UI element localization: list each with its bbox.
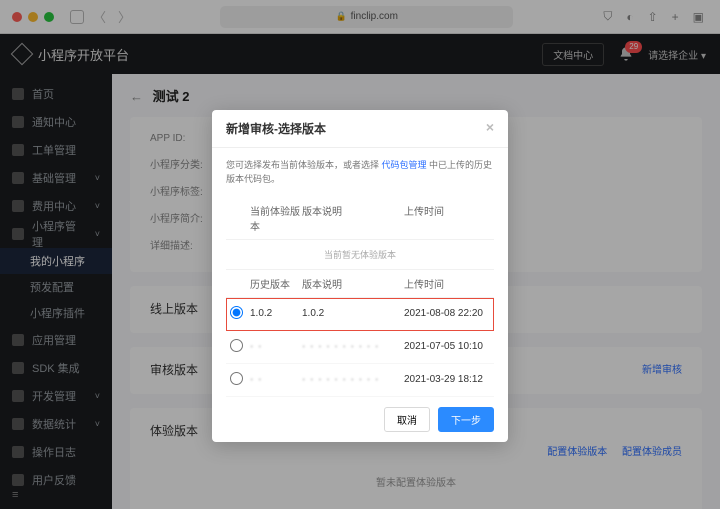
- cancel-button[interactable]: 取消: [384, 407, 430, 432]
- version-radio[interactable]: [230, 339, 243, 352]
- select-version-modal: 新增审核-选择版本 × 您可选择发布当前体验版本，或者选择 代码包管理 中已上传…: [212, 110, 508, 442]
- version-row[interactable]: · ·· · · · · · · · · ·2021-03-29 18:12: [226, 364, 494, 397]
- close-icon[interactable]: ×: [486, 120, 494, 137]
- next-button[interactable]: 下一步: [438, 407, 494, 432]
- current-version-header: 当前体验版本 版本说明 上传时间: [226, 197, 494, 240]
- version-radio[interactable]: [230, 306, 243, 319]
- history-version-header: 历史版本 版本说明 上传时间: [226, 270, 494, 298]
- modal-title: 新增审核-选择版本: [226, 120, 326, 137]
- version-row[interactable]: 1.0.21.0.22021-08-08 22:20: [226, 298, 494, 331]
- modal-overlay: 新增审核-选择版本 × 您可选择发布当前体验版本，或者选择 代码包管理 中已上传…: [0, 0, 720, 509]
- current-version-empty: 当前暂无体验版本: [226, 240, 494, 270]
- version-row[interactable]: · ·· · · · · · · · · ·2021-07-05 10:10: [226, 331, 494, 364]
- modal-tip: 您可选择发布当前体验版本，或者选择 代码包管理 中已上传的历史版本代码包。: [226, 158, 494, 187]
- version-radio[interactable]: [230, 372, 243, 385]
- code-package-manage-link[interactable]: 代码包管理: [382, 160, 427, 170]
